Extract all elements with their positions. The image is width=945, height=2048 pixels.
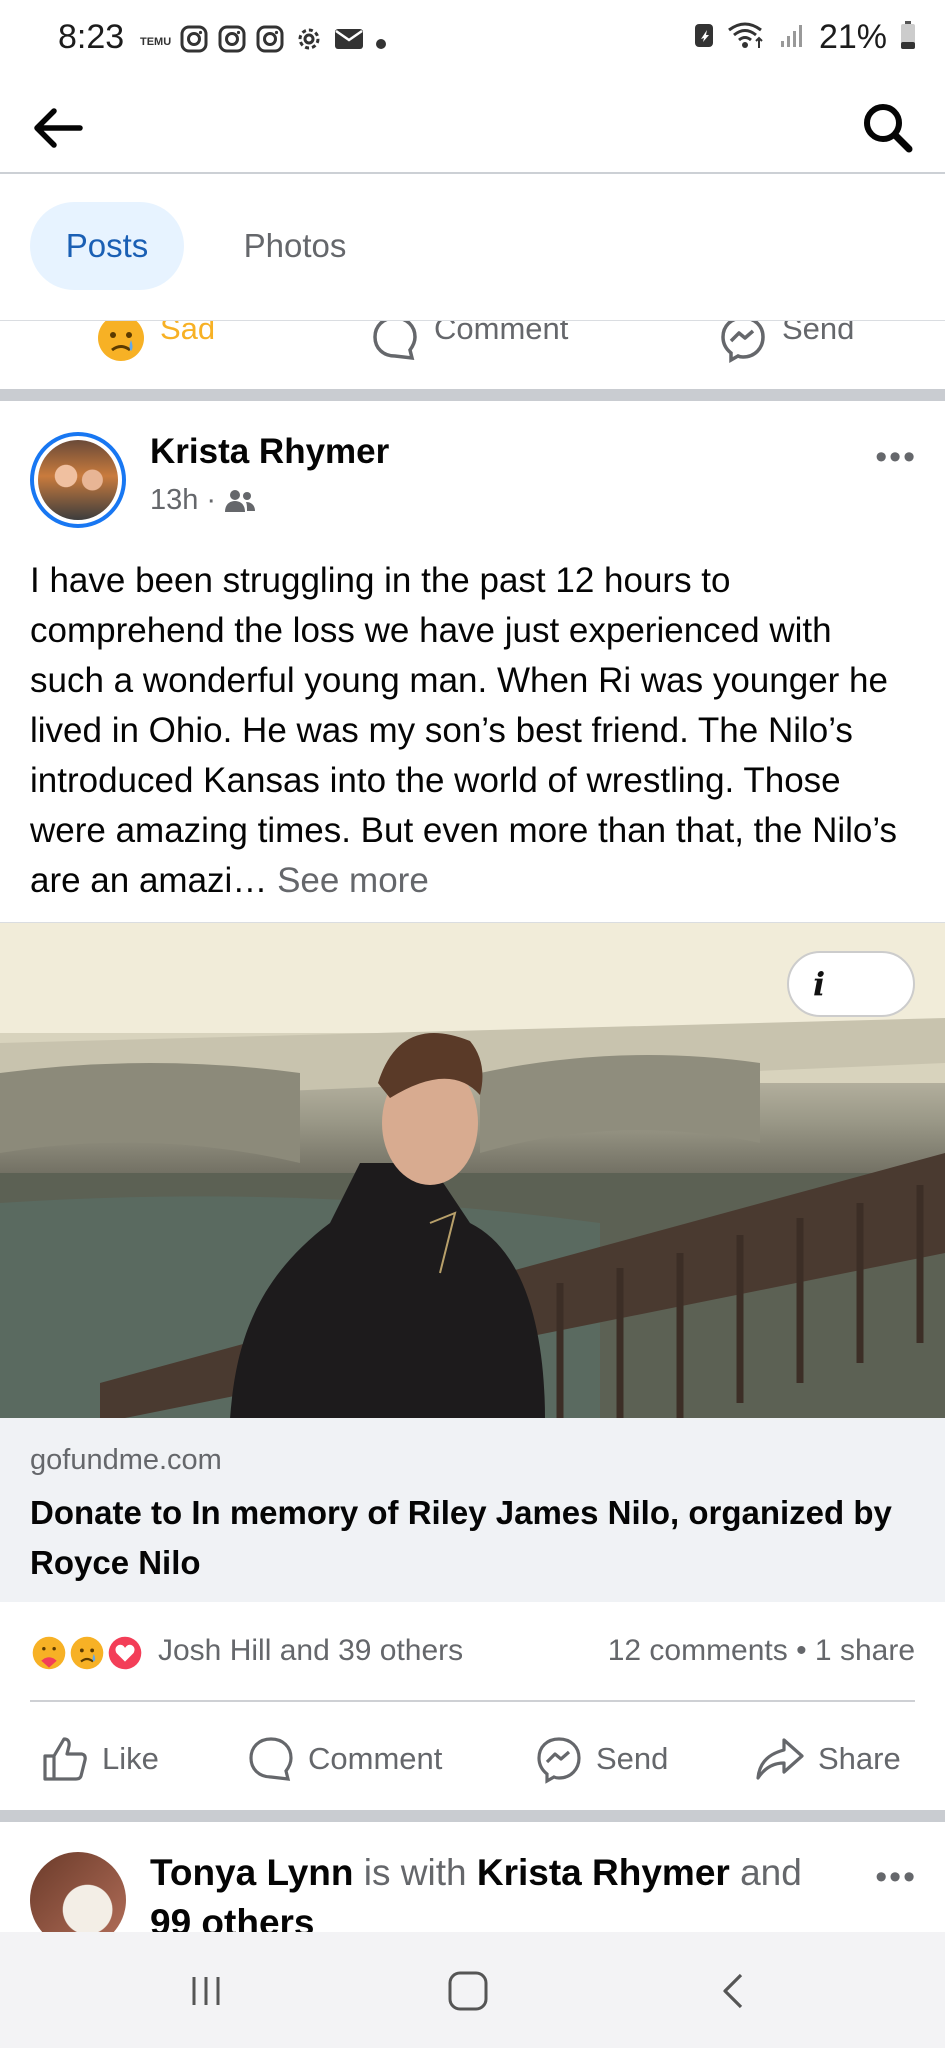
status-right: 21%	[693, 18, 917, 57]
previous-post-actions: Sad Comment Send	[0, 321, 945, 389]
tab-bar: Posts Photos	[0, 174, 945, 321]
comment-button-prev[interactable]: Comment	[370, 321, 568, 381]
mail-icon	[334, 27, 364, 57]
messenger-icon	[537, 1737, 581, 1784]
post-time: 13h	[150, 484, 199, 516]
send-button-prev[interactable]: Send	[718, 321, 854, 381]
recent-apps-button[interactable]	[176, 1966, 236, 2016]
system-back-button[interactable]	[704, 1966, 764, 2016]
tab-photos[interactable]: Photos	[210, 202, 380, 290]
post-meta: 13h ·	[150, 484, 256, 517]
and-text: and	[740, 1852, 802, 1893]
home-icon	[448, 1971, 488, 2011]
love-icon	[104, 1632, 146, 1674]
see-more-link[interactable]: See more	[277, 861, 429, 900]
reaction-icons[interactable]	[28, 1632, 152, 1674]
avatar-photo	[38, 440, 118, 520]
next-author-avatar[interactable]	[30, 1852, 126, 1932]
next-post-header: Tonya Lynn is with Krista Rhymer and 99 …	[150, 1848, 850, 1932]
post-text: I have been struggling in the past 12 ho…	[30, 561, 898, 900]
chevron-left-icon	[723, 1973, 743, 2009]
instagram-icon	[218, 25, 246, 59]
next-author-name[interactable]: Tonya Lynn	[150, 1852, 354, 1893]
feed-divider	[0, 1810, 945, 1822]
reactions-summary: Josh Hill and 39 others 12 comments • 1 …	[0, 1602, 945, 1702]
post-more-button[interactable]: •••	[875, 438, 917, 477]
friends-icon	[225, 489, 256, 512]
dot-icon	[374, 27, 388, 57]
next-post-more-button[interactable]: •••	[875, 1858, 917, 1897]
sad-icon	[98, 321, 144, 361]
like-label: Like	[102, 1741, 159, 1776]
share-button[interactable]: Share	[754, 1734, 901, 1784]
reaction-names[interactable]: Josh Hill and 39 others	[158, 1634, 463, 1668]
post-actions: Like Comment Send Share	[0, 1704, 945, 1808]
send-button[interactable]: Send	[534, 1734, 668, 1784]
comment-button[interactable]: Comment	[246, 1734, 442, 1784]
wifi-icon	[727, 20, 767, 55]
settings-icon	[294, 24, 324, 60]
home-button[interactable]	[438, 1966, 498, 2016]
battery-icon	[899, 20, 917, 55]
sad-label: Sad	[160, 321, 216, 346]
status-bar: 8:23 TEMU 21%	[0, 0, 945, 84]
notification-icons: TEMU	[140, 24, 388, 60]
like-button[interactable]: Like	[40, 1734, 159, 1784]
top-bar	[0, 84, 945, 174]
sad-icon	[66, 1632, 108, 1674]
link-domain: gofundme.com	[30, 1444, 222, 1476]
thumbs-up-icon	[43, 1737, 87, 1781]
recent-apps-icon	[192, 1977, 220, 2005]
feed-divider	[0, 389, 945, 401]
care-icon	[28, 1632, 70, 1674]
link-title: Donate to In memory of Riley James Nilo,…	[30, 1494, 892, 1581]
next-post: Tonya Lynn is with Krista Rhymer and 99 …	[0, 1822, 945, 1932]
link-info-panel[interactable]: gofundme.com Donate to In memory of Rile…	[0, 1418, 945, 1602]
temu-icon: TEMU	[140, 35, 172, 48]
comment-icon	[373, 321, 417, 361]
sad-reaction-button[interactable]: Sad	[96, 321, 215, 381]
meta-separator: ·	[206, 484, 217, 516]
post-body: I have been struggling in the past 12 ho…	[30, 556, 915, 906]
actions-divider	[30, 1700, 915, 1702]
info-button[interactable]: i	[787, 951, 915, 1017]
comment-share-counts[interactable]: 12 comments • 1 share	[608, 1634, 915, 1668]
search-icon	[864, 104, 913, 153]
search-button[interactable]	[857, 98, 917, 158]
tagged-name[interactable]: Krista Rhymer	[477, 1852, 730, 1893]
back-button[interactable]	[28, 98, 88, 158]
author-name[interactable]: Krista Rhymer	[150, 432, 389, 472]
tab-posts[interactable]: Posts	[30, 202, 184, 290]
send-label: Send	[596, 1741, 669, 1776]
battery-percent: 21%	[818, 18, 887, 56]
send-label: Send	[782, 321, 855, 346]
link-preview-image[interactable]: i	[0, 922, 945, 1419]
instagram-icon	[180, 25, 208, 59]
author-avatar[interactable]	[30, 432, 126, 528]
share-label: Share	[818, 1741, 901, 1776]
instagram-icon	[256, 25, 284, 59]
comment-label: Comment	[308, 1741, 443, 1776]
others-link[interactable]: 99 others	[150, 1902, 315, 1932]
status-time: 8:23	[58, 18, 125, 56]
battery-saver-icon	[693, 21, 715, 54]
comment-icon	[249, 1737, 293, 1781]
messenger-icon	[721, 321, 765, 363]
share-icon	[756, 1738, 804, 1780]
system-nav-bar	[0, 1932, 945, 2048]
arrow-left-icon	[34, 108, 83, 148]
signal-icon	[779, 21, 807, 54]
comment-label: Comment	[434, 321, 569, 346]
with-text: is with	[363, 1852, 467, 1893]
